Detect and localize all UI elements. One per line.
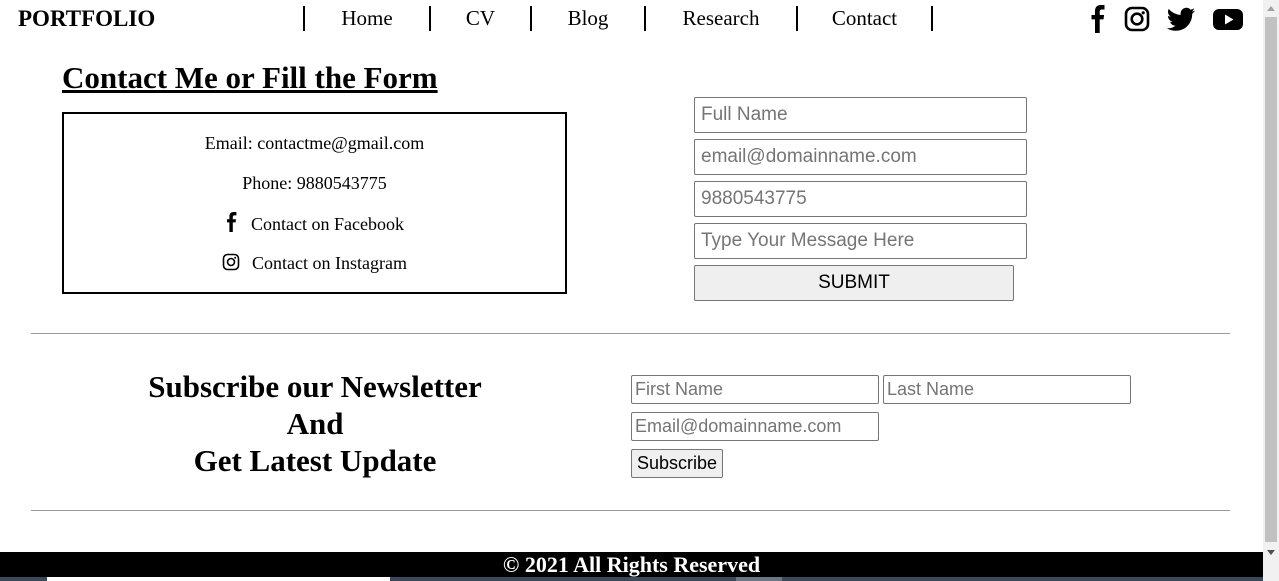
main-nav: Home CV Blog Research Contact (303, 6, 933, 31)
scrollbar-thumb[interactable] (1265, 17, 1277, 542)
last-name-input[interactable] (883, 375, 1131, 404)
scroll-up-arrow-icon[interactable] (1267, 6, 1275, 11)
brand-logo[interactable]: PORTFOLIO (18, 6, 155, 32)
facebook-icon (225, 212, 251, 234)
newsletter-email-input[interactable] (631, 412, 879, 441)
instagram-icon (222, 253, 252, 273)
scroll-down-arrow-icon[interactable] (1267, 550, 1275, 555)
full-name-input[interactable] (694, 97, 1027, 133)
contact-instagram-label: Contact on Instagram (252, 253, 407, 273)
phone-input[interactable] (694, 181, 1027, 217)
contact-phone[interactable]: Phone: 9880543775 (64, 172, 565, 194)
facebook-icon[interactable] (1086, 5, 1110, 38)
contact-title: Contact Me or Fill the Form (62, 60, 438, 95)
twitter-icon[interactable] (1166, 5, 1196, 38)
contact-email[interactable]: Email: contactme@gmail.com (64, 132, 565, 154)
contact-facebook-label: Contact on Facebook (251, 214, 404, 234)
first-name-input[interactable] (631, 375, 879, 404)
section-divider (31, 510, 1230, 511)
nav-cv[interactable]: CV (431, 6, 532, 31)
taskbar-item (47, 577, 390, 581)
vertical-scrollbar[interactable] (1263, 0, 1279, 581)
subscribe-button[interactable]: Subscribe (631, 449, 723, 478)
contact-facebook-link[interactable]: Contact on Facebook (64, 212, 565, 235)
youtube-icon[interactable] (1212, 5, 1244, 38)
email-input[interactable] (694, 139, 1027, 175)
contact-info-box: Email: contactme@gmail.com Phone: 988054… (62, 112, 567, 294)
newsletter-title-line-1: Subscribe our Newsletter (148, 369, 482, 404)
nav-contact[interactable]: Contact (798, 6, 933, 31)
instagram-icon[interactable] (1124, 5, 1150, 38)
newsletter-title-line-3: Get Latest Update (193, 443, 437, 478)
taskbar-strip (0, 577, 1263, 581)
nav-blog[interactable]: Blog (532, 6, 646, 31)
nav-research[interactable]: Research (646, 6, 798, 31)
copyright-text: © 2021 All Rights Reserved (502, 552, 761, 577)
newsletter-title: Subscribe our Newsletter And Get Latest … (100, 368, 530, 479)
contact-instagram-link[interactable]: Contact on Instagram (64, 252, 565, 274)
newsletter-title-line-2: And (286, 406, 344, 441)
section-divider (31, 333, 1230, 334)
submit-button[interactable]: SUBMIT (694, 265, 1014, 301)
nav-home[interactable]: Home (305, 6, 431, 31)
message-input[interactable] (694, 223, 1027, 259)
taskbar-item (736, 577, 782, 581)
